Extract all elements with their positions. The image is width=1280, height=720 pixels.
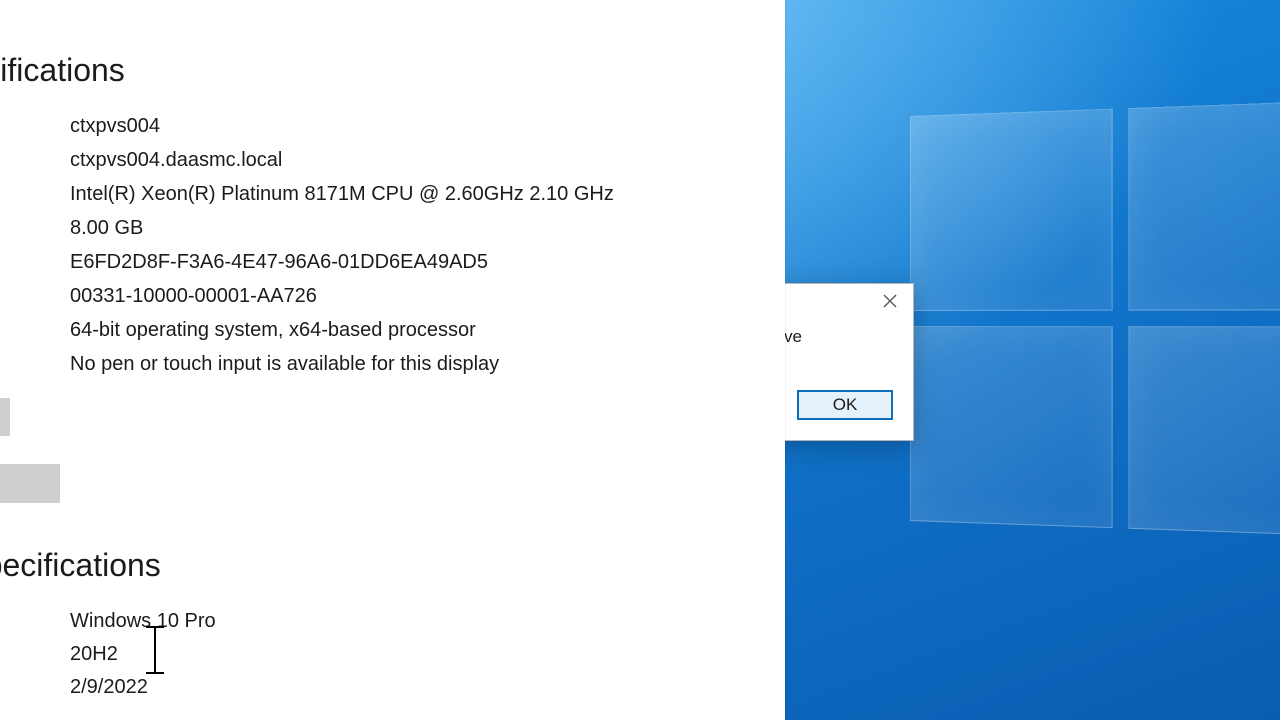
label-device-name: Device name — [0, 115, 40, 138]
label-device-id: Device ID — [0, 251, 40, 274]
value-version: 20H2 — [70, 643, 765, 666]
label-processor: Processor — [0, 183, 40, 206]
label-system-type: System type — [0, 319, 40, 342]
rename-pc-button[interactable]: Rename this PC — [0, 464, 60, 503]
device-spec-table: Device name ctxpvs004 Full device name c… — [0, 115, 765, 376]
label-version: Version — [0, 643, 40, 666]
label-product-id: Product ID — [0, 285, 40, 308]
windows-logo — [910, 100, 1280, 542]
device-specifications-heading: Device specifications — [0, 52, 765, 89]
value-product-id: 00331-10000-00001-AA726 — [70, 285, 765, 308]
value-full-name: ctxpvs004.daasmc.local — [70, 149, 765, 172]
value-edition: Windows 10 Pro — [70, 610, 765, 633]
ok-button[interactable]: OK — [797, 390, 893, 420]
value-system-type: 64-bit operating system, x64-based proce… — [70, 319, 765, 342]
label-ram: Installed RAM — [0, 217, 40, 240]
value-installed: 2/9/2022 — [70, 676, 765, 699]
settings-about-panel: Device specifications Device name ctxpvs… — [0, 0, 785, 720]
text-cursor-icon — [154, 626, 156, 674]
label-pen-touch: Pen and touch — [0, 353, 40, 376]
value-ram: 8.00 GB — [70, 217, 765, 240]
value-processor: Intel(R) Xeon(R) Platinum 8171M CPU @ 2.… — [70, 183, 765, 206]
value-device-name: ctxpvs004 — [70, 115, 765, 138]
label-full-name: Full device name — [0, 149, 40, 172]
windows-spec-table: Edition Windows 10 Pro Version 20H2 Inst… — [0, 610, 765, 699]
value-device-id: E6FD2D8F-F3A6-4E47-96A6-01DD6EA49AD5 — [70, 251, 765, 274]
label-edition: Edition — [0, 610, 40, 633]
close-icon[interactable] — [867, 284, 913, 318]
label-installed: Installed on — [0, 676, 40, 699]
value-pen-touch: No pen or touch input is available for t… — [70, 353, 765, 376]
copy-button[interactable]: Copy — [0, 398, 10, 436]
windows-specifications-heading: Windows specifications — [0, 547, 765, 584]
